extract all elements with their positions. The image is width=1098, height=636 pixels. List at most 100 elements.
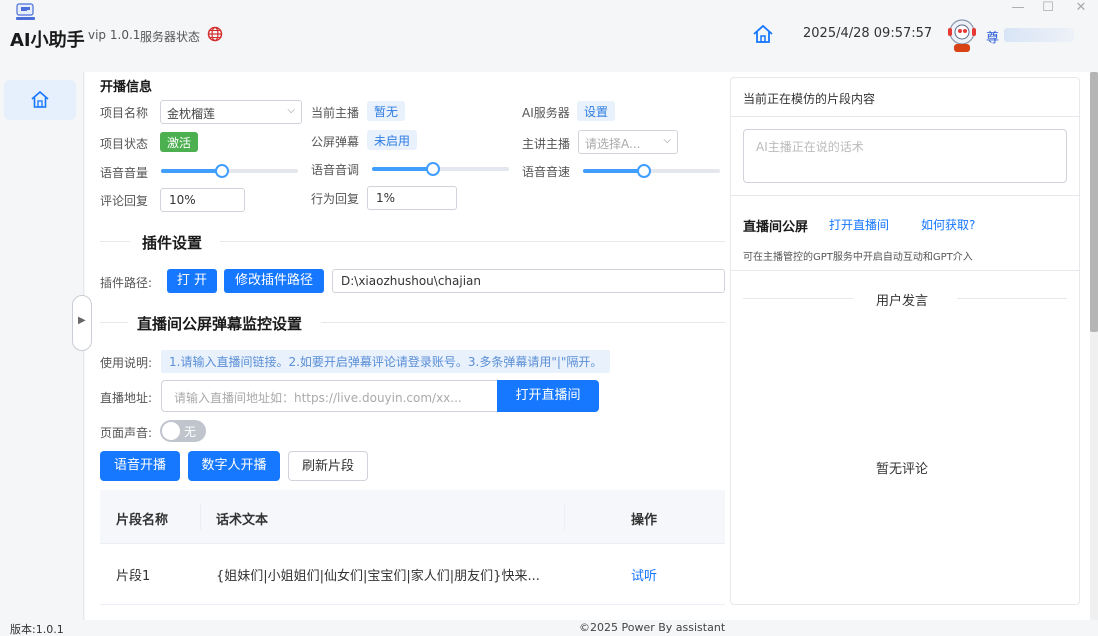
preview-listen-link[interactable]: 试听 (631, 565, 657, 584)
ai-server-label: AI服务器 (522, 106, 570, 120)
main-panel: 开播信息 项目名称 金枕榴莲 ⌵ 当前主播 暂无 AI服务器 设置 项目状态 激… (85, 72, 1090, 620)
footer-copyright: ©2025 Power By assistant (579, 621, 726, 634)
comment-reply-input[interactable]: 10% (160, 188, 245, 212)
divider (100, 241, 130, 242)
close-icon[interactable]: ✕ (1066, 0, 1096, 15)
datetime-display: 2025/4/28 09:57:57 (803, 26, 933, 41)
minimize-icon[interactable]: — (1003, 0, 1033, 15)
divider (957, 298, 1067, 299)
slider-fill (372, 167, 433, 171)
divider (220, 241, 725, 242)
divider (100, 322, 128, 323)
column-separator (564, 504, 565, 530)
imitating-title: 当前正在模仿的片段内容 (743, 92, 876, 106)
chevron-right-icon: ▶ (78, 315, 86, 326)
plugin-path-label: 插件路径: (100, 276, 153, 290)
ai-server-settings-button[interactable]: 设置 (577, 101, 616, 121)
page-sound-label: 页面声音: (100, 426, 153, 440)
column-header-action: 操作 (631, 513, 658, 528)
column-separator (200, 504, 201, 530)
live-address-label: 直播地址: (100, 391, 153, 405)
app-logo-icon (14, 2, 38, 22)
chevron-down-icon: ⌵ (663, 135, 671, 146)
voice-start-button[interactable]: 语音开播 (100, 451, 180, 481)
gpt-note: 可在主播管控的GPT服务中开启自动互动和GPT介入 (743, 252, 973, 263)
app-version: vip 1.0.1 (88, 28, 141, 42)
voice-speed-slider[interactable] (583, 164, 720, 178)
plugin-path-input[interactable]: D:\xiaozhushou\chajian (332, 269, 725, 293)
footer: 版本:1.0.1 ©2025 Power By assistant (0, 620, 1098, 636)
main-host-label: 主讲主播 (522, 137, 571, 151)
column-header-text: 话术文本 (216, 513, 269, 528)
nav-item-home[interactable] (4, 80, 76, 120)
voice-volume-slider[interactable] (161, 164, 298, 178)
usage-label: 使用说明: (100, 356, 153, 370)
segment-name-cell: 片段1 (116, 569, 151, 584)
action-reply-label: 行为回复 (311, 192, 360, 206)
open-plugin-button[interactable]: 打 开 (167, 269, 217, 293)
username-label[interactable]: 尊 (986, 27, 999, 46)
page-sound-toggle[interactable]: 无 (160, 420, 206, 442)
divider (731, 270, 1079, 271)
slider-thumb[interactable] (637, 164, 651, 178)
slider-fill (161, 169, 222, 173)
title-bar: AI小助手 vip 1.0.1 服务器状态 2025/4/28 09:57:57… (0, 0, 1098, 72)
right-panel: 当前正在模仿的片段内容 AI主播正在说的话术 直播间公屏 打开直播间 如何获取?… (730, 77, 1080, 605)
current-host-tag: 暂无 (367, 101, 406, 121)
table-row: 片段1 {姐妹们|小姐姐们|仙女们|宝宝们|家人们|朋友们}快来... 试听 (100, 545, 725, 605)
slider-thumb[interactable] (426, 162, 440, 176)
column-header-name: 片段名称 (116, 513, 169, 528)
public-screen-label: 直播间公屏 (743, 220, 809, 235)
live-address-input[interactable]: 请输入直播间地址如：https://live.douyin.com/xx... (161, 380, 499, 412)
divider (321, 322, 725, 323)
voice-pitch-label: 语音音调 (311, 163, 360, 177)
divider (731, 116, 1079, 117)
no-comments-text: 暂无评论 (876, 462, 929, 477)
project-name-value: 金枕榴莲 (167, 107, 216, 121)
chevron-down-icon: ⌵ (287, 105, 295, 116)
ai-speech-textarea[interactable]: AI主播正在说的话术 (743, 129, 1067, 183)
collapse-sidebar-handle[interactable]: ▶ (72, 295, 92, 351)
voice-volume-label: 语音音量 (100, 166, 149, 180)
open-live-room-link[interactable]: 打开直播间 (829, 216, 889, 233)
server-status-label: 服务器状态 (140, 30, 201, 44)
public-danmaku-label: 公屏弹幕 (311, 135, 360, 149)
divider (743, 298, 853, 299)
public-danmaku-tag: 未启用 (367, 130, 418, 150)
left-nav (0, 72, 84, 620)
slider-thumb[interactable] (215, 164, 229, 178)
open-live-room-button[interactable]: 打开直播间 (497, 380, 599, 412)
maximize-icon[interactable]: ☐ (1033, 0, 1063, 15)
modify-plugin-path-button[interactable]: 修改插件路径 (224, 269, 324, 293)
user-speech-title: 用户发言 (876, 294, 929, 309)
plugin-section-title: 插件设置 (142, 234, 203, 252)
live-info-title: 开播信息 (100, 80, 153, 95)
comment-reply-label: 评论回复 (100, 194, 149, 208)
slider-fill (583, 169, 644, 173)
segment-text-cell: {姐妹们|小姐姐们|仙女们|宝宝们|家人们|朋友们}快来... (216, 569, 540, 584)
table-header: 片段名称 话术文本 操作 (100, 490, 725, 544)
main-host-select[interactable]: 请选择A... ⌵ (578, 130, 678, 154)
app-title: AI小助手 (10, 30, 85, 51)
nav-home-icon (31, 91, 49, 108)
voice-speed-label: 语音音速 (522, 165, 571, 179)
refresh-segments-button[interactable]: 刷新片段 (288, 451, 368, 481)
toggle-text: 无 (184, 425, 197, 439)
server-status-globe-icon[interactable] (207, 26, 223, 42)
project-name-label: 项目名称 (100, 106, 149, 120)
voice-pitch-slider[interactable] (372, 162, 509, 176)
digital-human-start-button[interactable]: 数字人开播 (188, 451, 280, 481)
project-name-select[interactable]: 金枕榴莲 ⌵ (160, 100, 302, 124)
how-to-get-link[interactable]: 如何获取? (921, 216, 975, 233)
action-reply-input[interactable]: 1% (367, 186, 457, 210)
project-status-label: 项目状态 (100, 137, 149, 151)
username-redacted (1004, 28, 1074, 42)
home-icon[interactable] (752, 24, 774, 44)
divider (731, 195, 1079, 196)
main-host-placeholder: 请选择A... (585, 137, 641, 151)
user-avatar[interactable] (944, 16, 980, 56)
scrollbar-thumb[interactable] (1090, 72, 1098, 332)
toggle-knob (162, 422, 180, 440)
current-host-label: 当前主播 (311, 106, 360, 120)
footer-version: 版本:1.0.1 (10, 623, 64, 636)
